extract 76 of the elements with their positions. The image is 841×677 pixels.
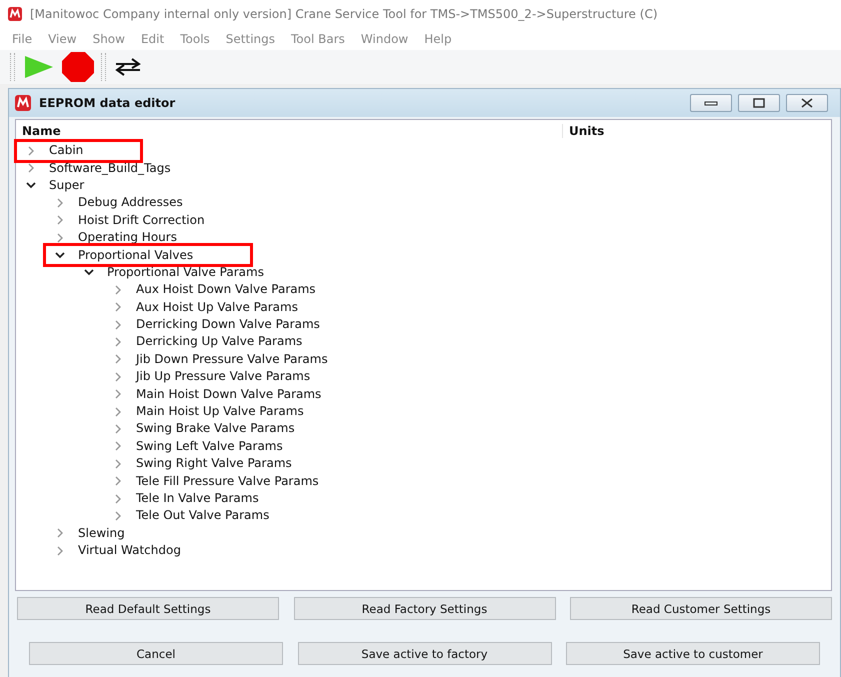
dialog-button[interactable]: Cancel xyxy=(29,642,283,665)
dialog-button[interactable]: Save active to customer xyxy=(566,642,820,665)
dialog-button[interactable]: Read Customer Settings xyxy=(570,597,832,620)
dialog-button[interactable]: Read Factory Settings xyxy=(294,597,556,620)
menu-item[interactable]: Edit xyxy=(136,32,176,46)
tree-item[interactable]: Hoist Drift Correction xyxy=(78,214,205,227)
expand-chevron-icon[interactable] xyxy=(26,146,36,156)
expand-chevron-icon[interactable] xyxy=(55,528,65,538)
expand-chevron-icon[interactable] xyxy=(113,424,123,434)
expand-chevron-icon[interactable] xyxy=(113,458,123,469)
maximize-icon xyxy=(752,98,766,108)
tree-item[interactable]: Tele Out Valve Params xyxy=(136,509,270,522)
menu-item[interactable]: Show xyxy=(88,32,137,46)
collapse-chevron-icon[interactable] xyxy=(55,250,65,260)
tree-item[interactable]: Swing Left Valve Params xyxy=(136,440,283,453)
expand-chevron-icon[interactable] xyxy=(113,372,123,382)
expand-chevron-icon[interactable] xyxy=(113,302,123,312)
tree-item[interactable]: Main Hoist Up Valve Params xyxy=(136,405,304,418)
menu-item[interactable]: Window xyxy=(356,32,420,46)
menu-item[interactable]: Settings xyxy=(222,32,287,46)
expand-chevron-icon[interactable] xyxy=(113,336,123,347)
column-header[interactable]: Name xyxy=(16,124,562,138)
tree-item[interactable]: Operating Hours xyxy=(78,231,177,244)
expand-chevron-icon[interactable] xyxy=(55,198,65,208)
tree-item[interactable]: Derricking Up Valve Params xyxy=(136,335,302,348)
tree-item[interactable]: Virtual Watchdog xyxy=(78,544,181,558)
close-icon xyxy=(799,98,815,108)
expand-chevron-icon[interactable] xyxy=(113,494,123,504)
menu-item[interactable]: Tools xyxy=(176,32,222,46)
tree-item[interactable]: Slewing xyxy=(78,526,125,540)
app-logo-icon xyxy=(8,7,22,21)
app-logo-icon xyxy=(15,95,31,111)
window-title: [Manitowoc Company internal only version] Crane Service Tool for TMS->TMS500_2->Superstructure (C) xyxy=(30,7,658,21)
tree-item[interactable]: Jib Up Pressure Valve Params xyxy=(136,370,310,384)
expand-chevron-icon[interactable] xyxy=(113,441,123,452)
tree-item[interactable]: Swing Brake Valve Params xyxy=(136,422,295,436)
tree-item[interactable]: Main Hoist Down Valve Params xyxy=(136,388,322,401)
tree-item[interactable]: Cabin xyxy=(49,144,84,158)
maximize-button[interactable] xyxy=(738,94,780,112)
minimize-button[interactable] xyxy=(690,94,732,112)
expand-chevron-icon[interactable] xyxy=(55,546,65,556)
dialog-button[interactable]: Save active to factory xyxy=(298,642,552,665)
expand-chevron-icon[interactable] xyxy=(55,232,65,243)
menu-item[interactable]: Tool Bars xyxy=(287,32,357,46)
expand-chevron-icon[interactable] xyxy=(113,476,123,486)
minimize-icon xyxy=(704,99,718,107)
expand-chevron-icon[interactable] xyxy=(113,406,123,417)
expand-chevron-icon[interactable] xyxy=(55,215,65,226)
expand-chevron-icon[interactable] xyxy=(26,163,36,174)
tree-item[interactable]: Debug Addresses xyxy=(78,196,183,210)
tree-item[interactable]: Proportional Valve Params xyxy=(107,266,264,279)
tree-item[interactable]: Aux Hoist Up Valve Params xyxy=(136,300,298,314)
tree-item[interactable]: Super xyxy=(49,178,84,192)
stop-icon[interactable] xyxy=(61,51,95,83)
tree-item[interactable]: Swing Right Valve Params xyxy=(136,457,292,470)
expand-chevron-icon[interactable] xyxy=(113,510,123,521)
tree-item[interactable]: Jib Down Pressure Valve Params xyxy=(136,352,328,366)
menu-item[interactable]: Help xyxy=(420,32,464,46)
tree-item[interactable]: Proportional Valves xyxy=(78,248,194,262)
dialog-button[interactable]: Read Default Settings xyxy=(17,597,279,620)
expand-chevron-icon[interactable] xyxy=(113,284,123,295)
expand-chevron-icon[interactable] xyxy=(113,389,123,400)
tree-item[interactable]: Derricking Down Valve Params xyxy=(136,318,320,332)
close-button[interactable] xyxy=(786,94,828,112)
tree-item[interactable]: Tele In Valve Params xyxy=(136,492,259,505)
menu-item[interactable]: File xyxy=(8,32,44,46)
expand-chevron-icon[interactable] xyxy=(113,320,123,330)
collapse-chevron-icon[interactable] xyxy=(26,180,36,190)
window-title: EEPROM data editor xyxy=(39,96,176,110)
menu-item[interactable]: View xyxy=(44,32,89,46)
collapse-chevron-icon[interactable] xyxy=(84,267,94,278)
tree-item[interactable]: Tele Fill Pressure Valve Params xyxy=(136,474,319,488)
tree-item[interactable]: Aux Hoist Down Valve Params xyxy=(136,283,316,296)
expand-chevron-icon[interactable] xyxy=(113,354,123,364)
tree-item[interactable]: Software_Build_Tags xyxy=(49,162,171,175)
column-header[interactable]: Units xyxy=(562,124,699,138)
